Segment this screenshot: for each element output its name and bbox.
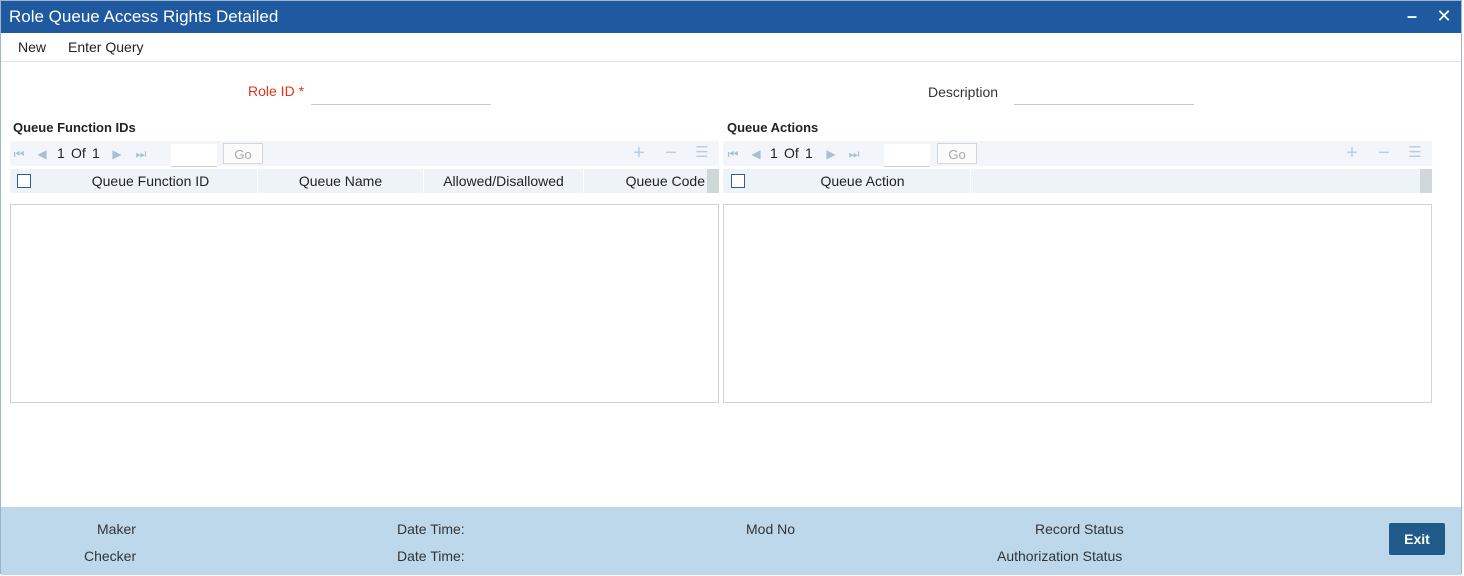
checker-datetime-label: Date Time: [397,548,465,564]
prev-page-icon[interactable]: ◀ [35,147,49,161]
role-id-input[interactable] [311,84,491,105]
toolbar: New Enter Query [1,33,1461,62]
mod-no-label: Mod No [746,521,796,537]
queue-actions-pager: ⏮ ◀ 1 Of 1 ▶ ⏭ Go + − ☰ [723,141,1432,167]
exit-button[interactable]: Exit [1389,523,1445,555]
column-header[interactable]: Allowed/Disallowed [424,169,584,193]
maker-datetime-label: Date Time: [397,521,465,537]
page-number-input[interactable] [171,144,217,167]
go-button[interactable]: Go [223,143,263,164]
next-page-icon[interactable]: ▶ [824,147,838,161]
last-page-icon[interactable]: ⏭ [847,147,861,161]
queue-function-grid-body [10,204,719,403]
delete-row-icon[interactable]: − [662,143,680,163]
column-header[interactable]: Queue Action [755,169,971,193]
checker-label: Checker [84,548,137,564]
enter-query-button[interactable]: Enter Query [68,39,143,55]
first-page-icon[interactable]: ⏮ [12,147,26,161]
page-total: 1 [92,145,100,161]
required-mark: * [298,83,305,99]
description-input[interactable] [1014,84,1194,105]
delete-row-icon[interactable]: − [1375,143,1393,163]
last-page-icon[interactable]: ⏭ [134,147,148,161]
page-current: 1 [57,145,65,161]
add-row-icon[interactable]: + [630,143,648,163]
queue-function-grid: ⏮ ◀ 1 Of 1 ▶ ⏭ Go + − ☰ Queue Function I… [10,141,719,403]
select-all-checkbox[interactable] [17,174,31,188]
close-icon[interactable]: ✕ [1433,5,1455,27]
page-total: 1 [805,145,813,161]
select-all-checkbox[interactable] [731,174,745,188]
description-label: Description [928,84,999,100]
row-details-icon[interactable]: ☰ [1406,144,1424,162]
title-bar: Role Queue Access Rights Detailed – ✕ [1,1,1461,33]
column-header[interactable]: Queue Code [584,169,708,193]
queue-function-ids-title: Queue Function IDs [13,120,136,135]
page-of: Of [784,145,799,161]
horizontal-scroll-handle[interactable] [1420,169,1432,193]
queue-function-header: Queue Function ID Queue Name Allowed/Dis… [10,169,719,193]
queue-actions-grid: ⏮ ◀ 1 Of 1 ▶ ⏭ Go + − ☰ Queue Action [723,141,1432,403]
page-number-input[interactable] [884,144,930,167]
column-header[interactable]: Queue Function ID [44,169,258,193]
maker-label: Maker [97,521,136,537]
new-button[interactable]: New [18,39,46,55]
role-queue-access-window: Role Queue Access Rights Detailed – ✕ Ne… [0,0,1462,575]
page-current: 1 [770,145,778,161]
authorization-status-label: Authorization Status [997,548,1123,564]
minimize-icon[interactable]: – [1401,5,1423,27]
horizontal-scroll-handle[interactable] [707,169,719,193]
first-page-icon[interactable]: ⏮ [726,147,740,161]
queue-actions-header: Queue Action [723,169,1432,193]
row-details-icon[interactable]: ☰ [693,144,711,162]
record-status-label: Record Status [1035,521,1124,537]
queue-actions-grid-body [723,204,1432,403]
queue-function-pager: ⏮ ◀ 1 Of 1 ▶ ⏭ Go + − ☰ [10,141,719,167]
queue-actions-title: Queue Actions [727,120,819,135]
add-row-icon[interactable]: + [1343,143,1361,163]
role-id-label: Role ID * [248,83,304,99]
page-of: Of [71,145,86,161]
go-button[interactable]: Go [937,143,977,164]
column-header[interactable]: Queue Name [258,169,424,193]
next-page-icon[interactable]: ▶ [110,147,124,161]
window-title: Role Queue Access Rights Detailed [9,7,279,26]
audit-footer: Maker Checker Date Time: Date Time: Mod … [1,507,1461,575]
prev-page-icon[interactable]: ◀ [749,147,763,161]
role-id-label-text: Role ID [248,83,295,99]
